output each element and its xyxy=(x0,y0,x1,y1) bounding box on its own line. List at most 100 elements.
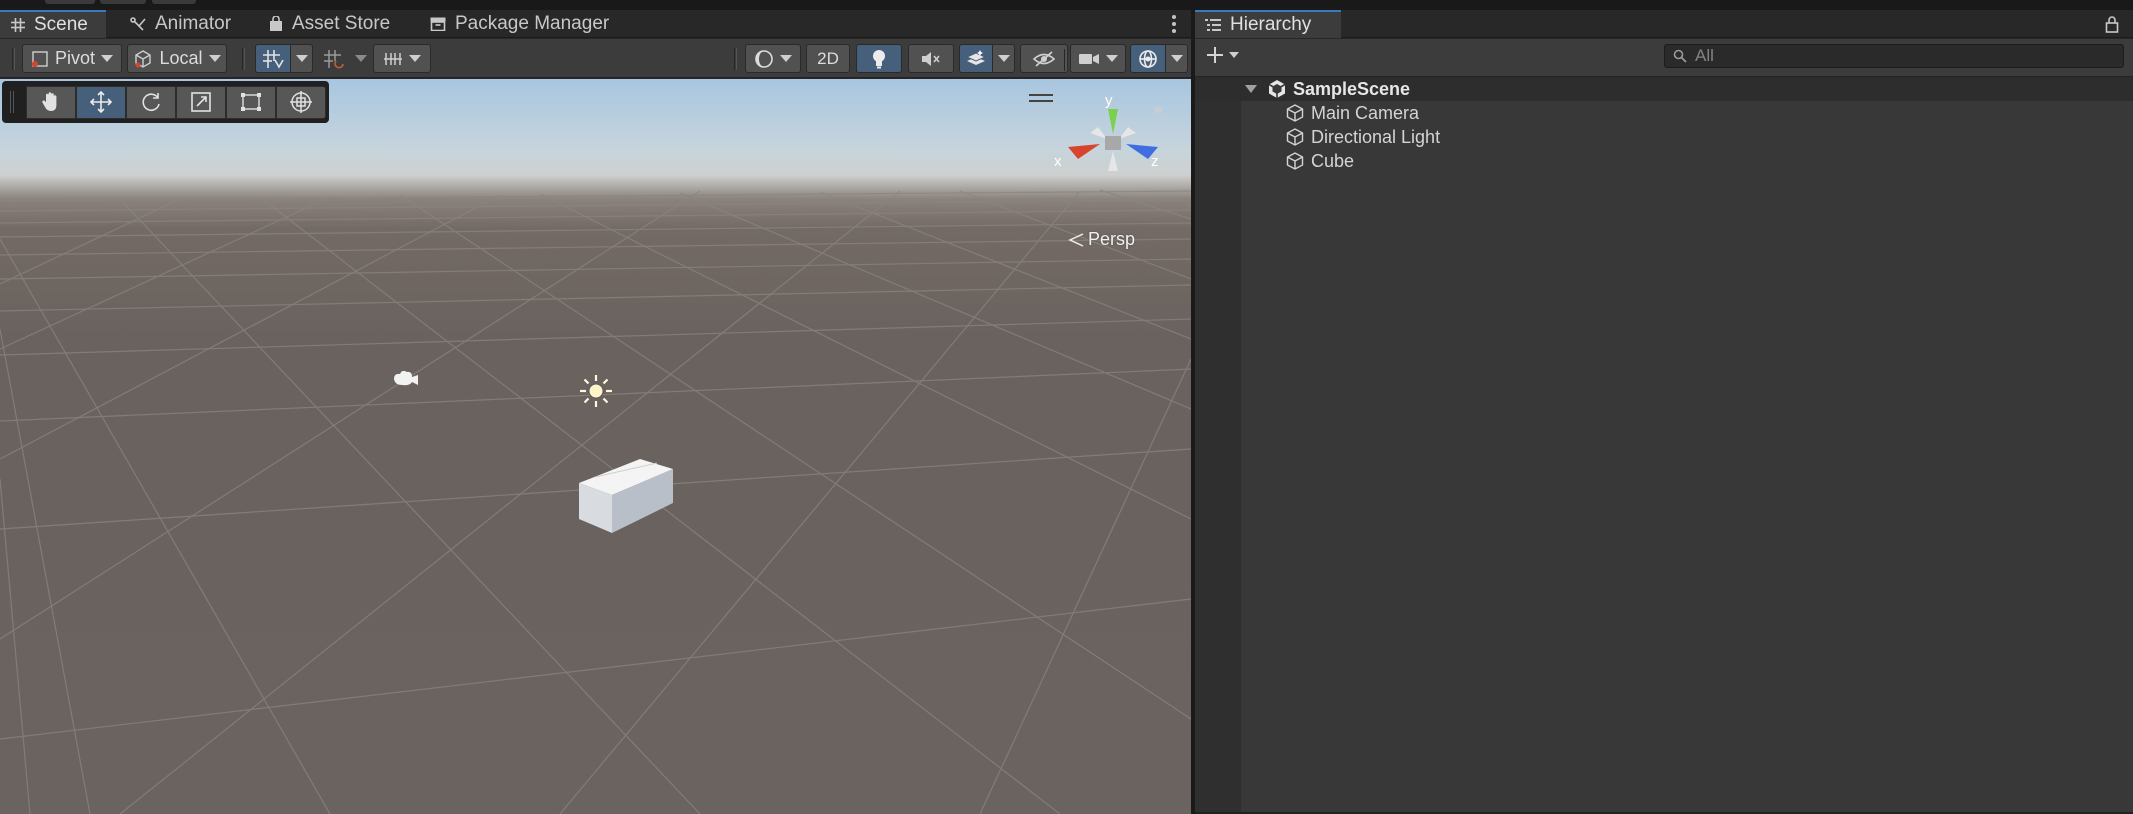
gizmo-z-label: z xyxy=(1151,153,1159,170)
eye-hidden-icon xyxy=(1032,50,1056,67)
audio-toggle[interactable] xyxy=(908,44,954,73)
effects-toggle[interactable] xyxy=(959,44,993,73)
scene-tabbar: Scene Animator Asset Store Package Manag… xyxy=(0,10,1191,38)
scene-visibility-toggle[interactable] xyxy=(1020,44,1068,73)
plus-icon xyxy=(1207,47,1223,63)
tab-animator[interactable]: Animator xyxy=(130,10,231,38)
increment-snap-icon xyxy=(324,49,344,68)
grid-snap-toggle[interactable] xyxy=(255,44,291,73)
grid-snap-dropdown[interactable] xyxy=(291,44,313,73)
tab-label: Asset Store xyxy=(292,13,391,34)
gizmo-y-cone[interactable] xyxy=(1108,109,1118,134)
panel-menu-icon[interactable] xyxy=(1171,14,1177,34)
overlay-grip[interactable] xyxy=(10,91,14,113)
grid-snap-icon xyxy=(263,49,284,69)
gameobject-cube-icon xyxy=(1286,128,1304,146)
rotate-icon xyxy=(142,93,160,111)
transform-tool-button[interactable] xyxy=(276,85,326,119)
camera-settings-dropdown[interactable] xyxy=(1070,44,1126,73)
chevron-down-icon xyxy=(208,55,221,62)
pivot-dropdown[interactable]: Pivot xyxy=(22,44,122,73)
tab-label: Hierarchy xyxy=(1230,14,1312,35)
gizmos-dropdown[interactable] xyxy=(1166,44,1188,73)
local-dropdown[interactable]: Local xyxy=(127,44,227,73)
toggle-2d-label: 2D xyxy=(817,48,839,68)
rect-tool-button[interactable] xyxy=(226,85,276,119)
lighting-toggle[interactable] xyxy=(856,44,902,73)
gizmo-neg-y-cone[interactable] xyxy=(1108,151,1118,171)
gameobject-label: Cube xyxy=(1311,150,1355,171)
toolbar-grip[interactable] xyxy=(242,48,245,70)
search-icon xyxy=(1673,49,1687,63)
move-tool-button[interactable] xyxy=(76,85,126,119)
gameobject-label: Directional Light xyxy=(1311,126,1441,147)
tab-package-manager[interactable]: Package Manager xyxy=(430,10,609,38)
perspective-icon xyxy=(1068,232,1084,247)
list-item[interactable]: Main Camera xyxy=(1285,101,1419,125)
pivot-icon xyxy=(31,50,48,67)
toggle-2d-button[interactable]: 2D xyxy=(806,44,850,73)
editor-top-strip xyxy=(0,0,2133,10)
scale-tool-button[interactable] xyxy=(176,85,226,119)
search-placeholder: All xyxy=(1695,46,1714,65)
increment-snap-dropdown[interactable] xyxy=(350,44,372,73)
projection-label: Persp xyxy=(1088,229,1136,249)
draw-mode-dropdown[interactable] xyxy=(745,44,801,73)
camera-gizmo-icon[interactable] xyxy=(392,369,420,389)
gizmo-center-cube[interactable] xyxy=(1105,136,1121,150)
increment-snap-toggle[interactable] xyxy=(318,44,350,73)
toolbar-chip[interactable] xyxy=(100,0,146,4)
hierarchy-list-icon xyxy=(1205,19,1221,31)
toolbar-chip[interactable] xyxy=(152,0,196,4)
toolbar-chip[interactable] xyxy=(45,0,95,4)
toolbar-grip[interactable] xyxy=(12,48,15,70)
pivot-label: Pivot xyxy=(54,48,96,68)
toolbar-grip[interactable] xyxy=(1064,49,1067,71)
rect-transform-icon xyxy=(241,93,261,111)
scene-root-row[interactable]: SampleScene xyxy=(1245,77,1410,101)
gizmos-toggle[interactable] xyxy=(1130,44,1166,73)
chevron-down-icon xyxy=(780,55,792,62)
directional-light-gizmo-icon[interactable] xyxy=(578,373,614,409)
orientation-gizmo[interactable]: y x z xyxy=(1050,89,1180,199)
hierarchy-panel: Hierarchy All SampleScene Main Camera Di… xyxy=(1195,10,2133,814)
lock-icon[interactable] xyxy=(2105,15,2119,33)
grid-icon xyxy=(11,18,25,32)
tab-label: Animator xyxy=(155,13,232,34)
tab-scene[interactable]: Scene xyxy=(0,10,106,38)
align-dropdown[interactable] xyxy=(373,44,431,73)
gizmo-x-label: x xyxy=(1054,153,1062,170)
tab-hierarchy[interactable]: Hierarchy xyxy=(1195,10,1341,38)
list-item[interactable]: Directional Light xyxy=(1285,125,1440,149)
gameobject-cube-icon xyxy=(1286,104,1304,122)
scene-name-label: SampleScene xyxy=(1293,78,1411,99)
chevron-down-icon xyxy=(354,55,367,62)
cube-object[interactable] xyxy=(575,453,675,535)
create-dropdown[interactable] xyxy=(1205,45,1239,65)
chevron-down-icon xyxy=(101,55,114,62)
scene-panel: Scene Animator Asset Store Package Manag… xyxy=(0,10,1191,814)
transform-tools-overlay xyxy=(2,81,329,123)
chevron-down-icon xyxy=(1170,55,1183,62)
hierarchy-search-input[interactable]: All xyxy=(1664,44,2124,68)
light-bulb-icon xyxy=(873,49,885,68)
expand-arrow-icon[interactable] xyxy=(1245,85,1257,93)
tab-asset-store[interactable]: Asset Store xyxy=(269,10,390,38)
gizmo-x-cone[interactable] xyxy=(1068,144,1100,159)
gizmo-neg-x-cone[interactable] xyxy=(1090,127,1107,139)
scale-icon xyxy=(191,92,211,112)
list-item[interactable]: Cube xyxy=(1285,149,1354,173)
rotate-tool-button[interactable] xyxy=(126,85,176,119)
shopping-bag-icon xyxy=(270,16,282,31)
effects-dropdown[interactable] xyxy=(993,44,1015,73)
scene-viewport[interactable]: y x z Persp xyxy=(0,79,1191,814)
toolbar-grip[interactable] xyxy=(734,48,737,70)
hand-tool-button[interactable] xyxy=(26,85,76,119)
projection-toggle[interactable]: Persp xyxy=(1068,229,1135,250)
chevron-down-icon xyxy=(295,55,308,62)
package-icon xyxy=(430,17,446,31)
gizmo-lock-icon[interactable] xyxy=(1154,107,1162,113)
scene-toolbar: Pivot Local 2D xyxy=(0,39,1191,78)
tree-gutter xyxy=(1195,77,1241,814)
gizmo-neg-z-cone[interactable] xyxy=(1119,127,1136,139)
